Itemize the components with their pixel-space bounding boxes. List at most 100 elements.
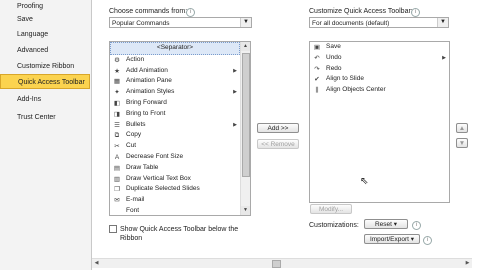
qat-list-item-label: Redo xyxy=(326,64,342,72)
list-item[interactable]: ☰ Bullets ▶ xyxy=(110,120,250,131)
nav-item-language[interactable]: Language xyxy=(0,27,90,42)
list-item-label: Animation Styles xyxy=(126,88,175,96)
show-below-ribbon-checkbox[interactable] xyxy=(109,225,117,233)
scroll-thumb[interactable] xyxy=(272,260,281,268)
list-item-label: Copy xyxy=(126,131,142,139)
scroll-up-icon[interactable]: ▲ xyxy=(241,42,250,51)
nav-item-quick-access-toolbar[interactable]: Quick Access Toolbar xyxy=(0,74,90,89)
list-item-label: Font xyxy=(126,206,140,214)
commands-list[interactable]: <Separator> ⚙ Action ★ Add Animation ▶ ▦ Animat… xyxy=(109,41,251,216)
align-center-icon: ⫼ xyxy=(315,87,319,95)
remove-button[interactable]: << Remove xyxy=(257,139,299,149)
nav-item-trust-center[interactable]: Trust Center xyxy=(0,110,90,125)
submenu-arrow-icon: ▶ xyxy=(233,89,237,96)
redo-icon: ↷ xyxy=(314,65,320,73)
choose-commands-combo[interactable]: Popular Commands ▼ xyxy=(109,17,252,28)
choose-commands-value: Popular Commands xyxy=(112,20,170,27)
info-icon: i xyxy=(186,8,195,17)
list-item-label: Bullets xyxy=(126,120,146,128)
animation-pane-icon: ▦ xyxy=(113,78,121,86)
nav-item-add-ins[interactable]: Add-Ins xyxy=(0,92,90,107)
list-item[interactable]: ▦ Animation Pane xyxy=(110,76,250,87)
list-item[interactable]: ❐ Duplicate Selected Slides xyxy=(110,184,250,195)
undo-icon: ↶ xyxy=(314,54,320,62)
qat-list-item-label: Align Objects Center xyxy=(326,86,386,94)
scroll-right-icon[interactable]: ▶ xyxy=(463,259,472,268)
bullets-icon: ☰ xyxy=(114,121,120,129)
list-item[interactable]: A Decrease Font Size xyxy=(110,152,250,163)
list-item[interactable]: ⧉ Copy xyxy=(110,130,250,141)
add-button[interactable]: Add >> xyxy=(257,123,299,133)
show-below-ribbon-label: Show Quick Access Toolbar below the Ribb… xyxy=(120,226,239,242)
submenu-arrow-icon: ▶ xyxy=(233,67,237,74)
info-icon: i xyxy=(411,8,420,17)
animation-styles-icon: ✦ xyxy=(114,89,120,97)
scroll-left-icon[interactable]: ◀ xyxy=(92,259,101,268)
qat-commands-list[interactable]: ▣ Save ↶ Undo ▶ ↷ Redo ✔ Align to Slide ⫼ Align Ob… xyxy=(309,41,450,203)
move-down-icon: ▼ xyxy=(458,140,466,147)
list-item[interactable]: ✦ Animation Styles ▶ xyxy=(110,87,250,98)
customize-qat-label: Customize Quick Access Toolbar: xyxy=(309,8,413,15)
duplicate-slides-icon: ❐ xyxy=(114,186,120,194)
list-item[interactable]: ★ Add Animation ▶ xyxy=(110,66,250,77)
bring-forward-icon: ◧ xyxy=(113,99,121,107)
list-item[interactable]: ◨ Bring to Front xyxy=(110,109,250,120)
qat-list-item-label: Align to Slide xyxy=(326,75,364,83)
action-icon: ⚙ xyxy=(114,56,120,64)
list-item[interactable]: ⚙ Action xyxy=(110,55,250,66)
checkmark-icon: ✔ xyxy=(314,76,320,84)
list-item[interactable]: ✉ E-mail xyxy=(110,195,250,206)
copy-icon: ⧉ xyxy=(114,132,120,140)
list-item-label: Decrease Font Size xyxy=(126,152,184,160)
import-export-button[interactable]: Import/Export ▾ xyxy=(364,234,420,244)
qat-list-item[interactable]: ↷ Redo xyxy=(310,64,449,75)
qat-list-item[interactable]: ✔ Align to Slide xyxy=(310,74,449,85)
list-item-label: Action xyxy=(126,55,145,63)
list-item-label: Cut xyxy=(126,142,137,150)
info-icon: i xyxy=(423,236,432,245)
list-item-label: Draw Table xyxy=(126,163,159,171)
qat-list-item[interactable]: ▣ Save xyxy=(310,42,449,53)
list-item-label: Animation Pane xyxy=(126,77,172,85)
list-item[interactable]: ◧ Bring Forward xyxy=(110,98,250,109)
list-item-label: Bring to Front xyxy=(126,109,166,117)
nav-item-customize-ribbon[interactable]: Customize Ribbon xyxy=(0,59,90,74)
vertical-textbox-icon: ▥ xyxy=(113,175,121,183)
qat-panel: Choose commands from: i Popular Commands… xyxy=(92,0,480,270)
move-up-button[interactable]: ▲ xyxy=(456,123,468,133)
list-item-label: Bring Forward xyxy=(126,98,167,106)
scroll-thumb[interactable] xyxy=(242,53,250,177)
submenu-arrow-icon: ▶ xyxy=(442,54,446,61)
move-up-icon: ▲ xyxy=(458,125,466,132)
nav-item-save[interactable]: Save xyxy=(0,12,90,27)
reset-button[interactable]: Reset ▾ xyxy=(364,219,408,229)
qat-list-item-label: Undo xyxy=(326,53,342,61)
chevron-down-icon: ▼ xyxy=(437,18,448,27)
scroll-down-icon[interactable]: ▼ xyxy=(241,206,250,215)
nav-item-advanced[interactable]: Advanced xyxy=(0,43,90,58)
decrease-font-icon: A xyxy=(114,153,120,161)
email-icon: ✉ xyxy=(114,197,120,205)
list-item[interactable]: ▥ Draw Vertical Text Box xyxy=(110,174,250,185)
list-item[interactable]: ▤ Draw Table xyxy=(110,163,250,174)
commands-scrollbar[interactable]: ▲ ▼ xyxy=(240,42,250,215)
list-item-separator[interactable]: <Separator> xyxy=(110,42,240,55)
submenu-arrow-icon: ▶ xyxy=(233,121,237,128)
mouse-cursor-icon: ⇖ xyxy=(360,176,369,187)
qat-list-item[interactable]: ↶ Undo ▶ xyxy=(310,53,449,64)
customize-qat-combo[interactable]: For all documents (default) ▼ xyxy=(309,17,449,28)
list-item-label: Duplicate Selected Slides xyxy=(126,185,200,193)
horizontal-scrollbar[interactable]: ◀ ▶ xyxy=(92,258,472,268)
bring-to-front-icon: ◨ xyxy=(113,110,121,118)
save-icon: ▣ xyxy=(313,44,321,51)
customizations-label: Customizations: xyxy=(309,222,359,229)
modify-button[interactable]: Modify... xyxy=(310,204,352,214)
draw-table-icon: ▤ xyxy=(113,164,121,172)
list-item[interactable]: ✂ Cut xyxy=(110,141,250,152)
qat-list-item[interactable]: ⫼ Align Objects Center xyxy=(310,85,449,96)
list-item-label: E-mail xyxy=(126,196,145,204)
customize-qat-value: For all documents (default) xyxy=(312,20,390,27)
move-down-button[interactable]: ▼ xyxy=(456,138,468,148)
options-nav: Proofing Save Language Advanced Customize Ri… xyxy=(0,0,92,270)
list-item[interactable]: Font xyxy=(110,206,250,215)
